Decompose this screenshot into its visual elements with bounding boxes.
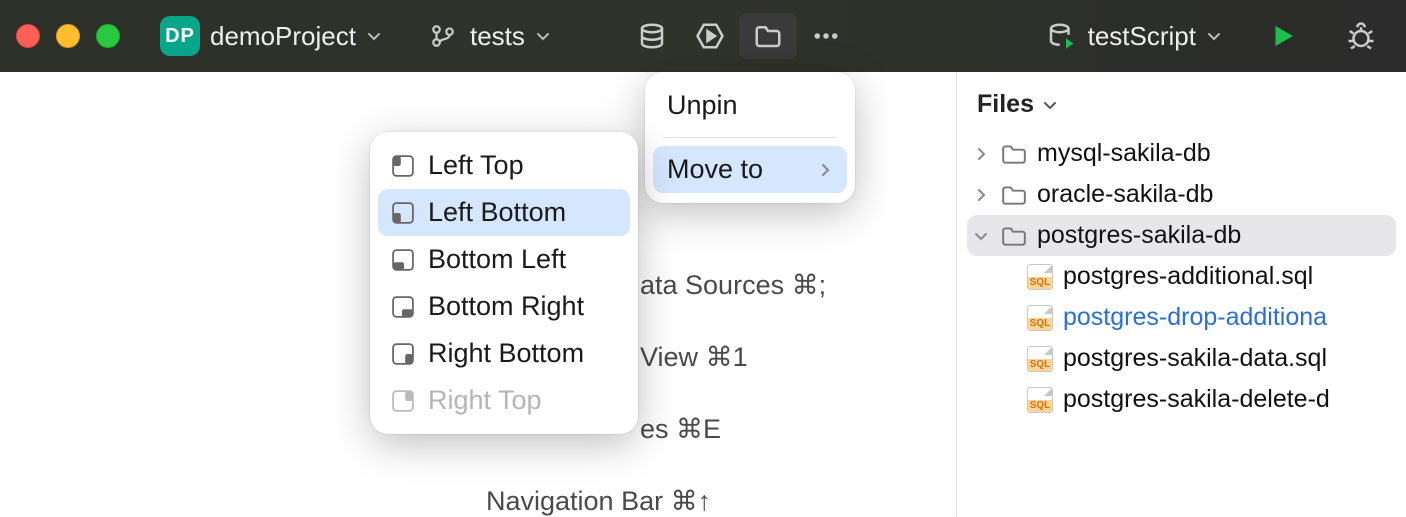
query-console-button[interactable] xyxy=(681,13,739,59)
chevron-down-icon xyxy=(535,28,551,44)
main-area: ata Sources ⌘; View ⌘1 es ⌘E Navigation … xyxy=(0,72,1406,516)
branch-name: tests xyxy=(470,21,525,52)
sql-file-icon: SQL xyxy=(1027,387,1053,413)
file-postgres-drop-additional[interactable]: SQL postgres-drop-additiona xyxy=(957,297,1406,338)
submenu-item-bottom-right[interactable]: Bottom Right xyxy=(370,283,638,330)
editor-area: ata Sources ⌘; View ⌘1 es ⌘E Navigation … xyxy=(0,72,956,516)
file-postgres-sakila-data-sql[interactable]: SQL postgres-sakila-data.sql xyxy=(957,338,1406,379)
chevron-right-icon[interactable] xyxy=(971,187,991,203)
dock-bottom-left-icon xyxy=(392,249,414,271)
play-hexagon-icon xyxy=(693,19,727,53)
folder-mysql-sakila-db[interactable]: mysql-sakila-db xyxy=(957,133,1406,174)
run-config-selector[interactable]: testScript xyxy=(1032,13,1234,59)
chevron-right-icon[interactable] xyxy=(971,146,991,162)
project-selector[interactable]: DP demoProject xyxy=(148,10,394,62)
submenu-item-right-top: Right Top xyxy=(370,377,638,424)
chevron-right-icon xyxy=(817,162,833,178)
folder-icon xyxy=(1001,143,1027,165)
folder-postgres-sakila-db[interactable]: postgres-sakila-db xyxy=(967,215,1396,256)
play-icon xyxy=(1266,19,1300,53)
database-play-icon xyxy=(1044,19,1078,53)
menu-item-move-to[interactable]: Move to xyxy=(653,146,847,193)
bug-icon xyxy=(1344,19,1378,53)
files-tool-window: Files mysql-sakila-db xyxy=(956,72,1406,516)
file-postgres-sakila-delete[interactable]: SQL postgres-sakila-delete-d xyxy=(957,379,1406,420)
maximize-icon[interactable] xyxy=(96,24,120,48)
files-toolbar-button[interactable] xyxy=(739,13,797,59)
titlebar: DP demoProject tests xyxy=(0,0,1406,72)
submenu-item-right-bottom[interactable]: Right Bottom xyxy=(370,330,638,377)
submenu-item-left-top[interactable]: Left Top xyxy=(370,142,638,189)
hint-data-sources: ata Sources ⌘; xyxy=(640,270,956,301)
menu-item-unpin[interactable]: Unpin xyxy=(645,82,855,129)
debug-button[interactable] xyxy=(1332,13,1390,59)
menu-separator xyxy=(663,137,837,138)
files-tree: mysql-sakila-db oracle-sakila-db postgre xyxy=(957,133,1406,420)
minimize-icon[interactable] xyxy=(56,24,80,48)
dock-right-bottom-icon xyxy=(392,343,414,365)
more-button[interactable] xyxy=(797,13,855,59)
dock-left-top-icon xyxy=(392,155,414,177)
database-icon xyxy=(635,19,669,53)
database-button[interactable] xyxy=(623,13,681,59)
sql-file-icon: SQL xyxy=(1027,264,1053,290)
close-icon[interactable] xyxy=(16,24,40,48)
branch-icon xyxy=(426,19,460,53)
folder-icon xyxy=(1001,184,1027,206)
chevron-down-icon xyxy=(366,28,382,44)
folder-icon xyxy=(751,19,785,53)
chevron-down-icon xyxy=(1206,28,1222,44)
dock-left-bottom-icon xyxy=(392,202,414,224)
folder-icon xyxy=(1001,225,1027,247)
window-traffic-lights xyxy=(16,24,120,48)
sql-file-icon: SQL xyxy=(1027,305,1053,331)
move-to-submenu: Left Top Left Bottom Bottom Left Bottom … xyxy=(370,132,638,434)
run-config-name: testScript xyxy=(1088,21,1196,52)
project-name: demoProject xyxy=(210,21,356,52)
files-panel-title: Files xyxy=(977,90,1034,119)
hint-navigation-bar: Navigation Bar ⌘↑ xyxy=(486,486,956,517)
branch-selector[interactable]: tests xyxy=(414,13,563,59)
sql-file-icon: SQL xyxy=(1027,346,1053,372)
hint-view: View ⌘1 xyxy=(640,342,956,373)
run-button[interactable] xyxy=(1254,13,1312,59)
chevron-down-icon xyxy=(1042,97,1058,113)
submenu-item-left-bottom[interactable]: Left Bottom xyxy=(378,189,630,236)
hint-recent-files: es ⌘E xyxy=(640,414,956,445)
toolwindow-options-menu: Unpin Move to xyxy=(645,72,855,203)
file-postgres-additional-sql[interactable]: SQL postgres-additional.sql xyxy=(957,256,1406,297)
dock-bottom-right-icon xyxy=(392,296,414,318)
ellipsis-icon xyxy=(809,19,843,53)
submenu-item-bottom-left[interactable]: Bottom Left xyxy=(370,236,638,283)
chevron-down-icon[interactable] xyxy=(971,228,991,244)
project-badge-icon: DP xyxy=(160,16,200,56)
folder-oracle-sakila-db[interactable]: oracle-sakila-db xyxy=(957,174,1406,215)
files-panel-header[interactable]: Files xyxy=(957,72,1406,133)
dock-right-top-icon xyxy=(392,390,414,412)
